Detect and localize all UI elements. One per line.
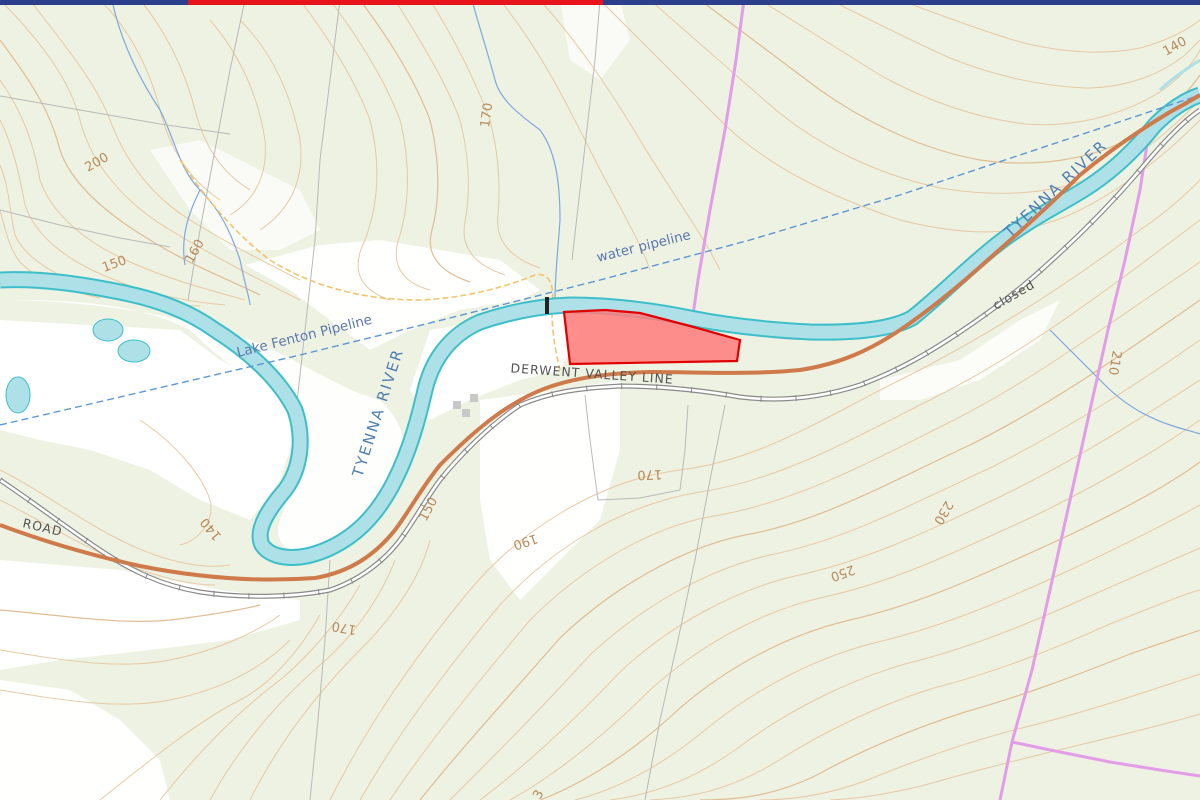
header-strip-accent (188, 0, 603, 5)
map-view[interactable]: TYENNA RIVER TYENNA RIVER Lake Fenton Pi… (0, 0, 1200, 800)
weir-marker (545, 297, 549, 314)
contour-label: 170 (637, 466, 662, 482)
topographic-map[interactable]: TYENNA RIVER TYENNA RIVER Lake Fenton Pi… (0, 0, 1200, 800)
header-strip (0, 0, 1200, 5)
